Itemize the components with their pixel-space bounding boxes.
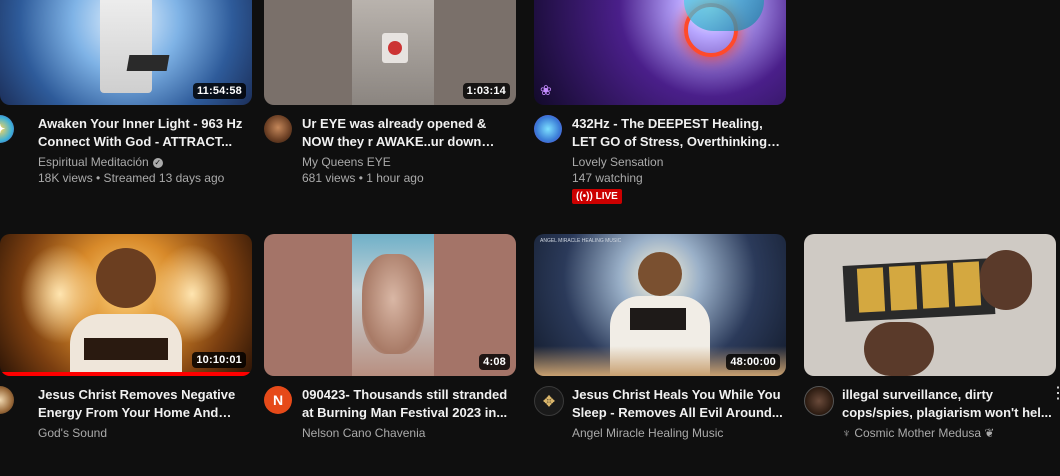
video-stats: 681 views • 1 hour ago (302, 171, 424, 185)
video-thumbnail[interactable] (804, 234, 1056, 376)
video-card[interactable]: 4:08 N 090423- Thousands still stranded … (264, 234, 516, 476)
video-duration: 4:08 (479, 354, 510, 370)
verified-icon: ✓ (152, 157, 163, 168)
video-thumbnail[interactable]: ❀ (534, 0, 786, 105)
video-thumbnail[interactable]: ANGEL MIRACLE HEALING MUSIC 48:00:00 (534, 234, 786, 376)
live-badge-text: LIVE (595, 191, 618, 202)
leaf-icon: ❦ (984, 426, 995, 440)
channel-avatar[interactable] (0, 386, 14, 414)
video-thumbnail[interactable]: 10:10:01 (0, 234, 252, 376)
book-shape (126, 55, 170, 71)
book-shape (84, 338, 168, 360)
video-duration: 11:54:58 (192, 83, 246, 99)
thumbnail-caption: ANGEL MIRACLE HEALING MUSIC (540, 238, 622, 244)
hand-shape (864, 322, 934, 376)
hand-shape (980, 250, 1032, 310)
video-duration: 1:03:14 (462, 83, 510, 99)
figure-head-shape (638, 252, 682, 296)
tarot-card-shape (952, 261, 982, 307)
tarot-card-shape (920, 263, 950, 309)
video-card[interactable]: ❀ 432Hz - The DEEPEST Healing, LET GO of… (534, 0, 786, 205)
video-stats: 147 watching (572, 171, 643, 185)
video-card[interactable]: 10:10:01 Jesus Christ Removes Negative E… (0, 234, 252, 476)
channel-name[interactable]: My Queens EYE (302, 155, 391, 169)
video-stats: 18K views • Streamed 13 days ago (38, 171, 225, 185)
angel-wings-icon: ✥ (543, 392, 555, 409)
tarot-card-shape (856, 267, 886, 313)
video-title[interactable]: Jesus Christ Heals You While You Sleep -… (572, 386, 784, 422)
video-thumbnail[interactable]: 4:08 (264, 234, 516, 376)
lotus-icon: ❀ (540, 82, 552, 98)
more-options-icon[interactable]: ⋮ (1050, 386, 1060, 402)
live-broadcast-icon: ((•)) (576, 191, 593, 202)
video-title[interactable]: 432Hz - The DEEPEST Healing, LET GO of S… (572, 115, 784, 151)
video-title[interactable]: Awaken Your Inner Light - 963 Hz Connect… (38, 115, 250, 151)
channel-name-text: Espiritual Meditación (38, 155, 149, 169)
watch-progress-bar (0, 372, 252, 376)
channel-avatar[interactable] (804, 386, 834, 416)
channel-name[interactable]: Lovely Sensation (572, 155, 663, 169)
channel-avatar[interactable] (534, 115, 562, 143)
video-duration: 10:10:01 (192, 352, 246, 368)
figure-head-shape (96, 248, 156, 308)
video-thumbnail[interactable]: 1:03:14 (264, 0, 516, 105)
channel-avatar[interactable]: ✦ (0, 115, 14, 143)
red-mark-shape (388, 41, 402, 55)
avatar-letter: N (272, 392, 284, 408)
live-badge: ((•)) LIVE (572, 189, 622, 204)
video-card[interactable]: illegal surveillance, dirty cops/spies, … (804, 234, 1060, 476)
channel-avatar[interactable]: N (264, 386, 292, 414)
video-title[interactable]: illegal surveillance, dirty cops/spies, … (842, 386, 1054, 422)
bow-icon: ♆ (842, 426, 851, 440)
video-card[interactable]: 1:03:14 Ur EYE was already opened & NOW … (264, 0, 516, 205)
video-title[interactable]: Jesus Christ Removes Negative Energy Fro… (38, 386, 250, 422)
book-shape (630, 308, 686, 330)
video-duration: 48:00:00 (726, 354, 780, 370)
channel-avatar[interactable] (264, 115, 292, 143)
video-card[interactable]: 11:54:58 ✦ Awaken Your Inner Light - 963… (0, 0, 252, 205)
video-title[interactable]: 090423- Thousands still stranded at Burn… (302, 386, 514, 422)
tarot-card-shape (888, 265, 918, 311)
robed-figure-shape (100, 0, 152, 93)
channel-name[interactable]: ♆ Cosmic Mother Medusa ❦ (842, 426, 994, 440)
face-shape (362, 254, 424, 354)
video-title[interactable]: Ur EYE was already opened & NOW they r A… (302, 115, 514, 151)
channel-avatar[interactable]: ✥ (534, 386, 564, 416)
video-thumbnail[interactable]: 11:54:58 (0, 0, 252, 105)
lotus-icon: ✦ (0, 122, 5, 136)
channel-name[interactable]: Nelson Cano Chavenia (302, 426, 425, 440)
video-card[interactable]: ANGEL MIRACLE HEALING MUSIC 48:00:00 ✥ J… (534, 234, 786, 476)
channel-name[interactable]: Angel Miracle Healing Music (572, 426, 723, 440)
channel-name[interactable]: Espiritual Meditación ✓ (38, 155, 163, 169)
channel-name-text: Cosmic Mother Medusa (854, 426, 982, 440)
channel-name[interactable]: God's Sound (38, 426, 107, 440)
